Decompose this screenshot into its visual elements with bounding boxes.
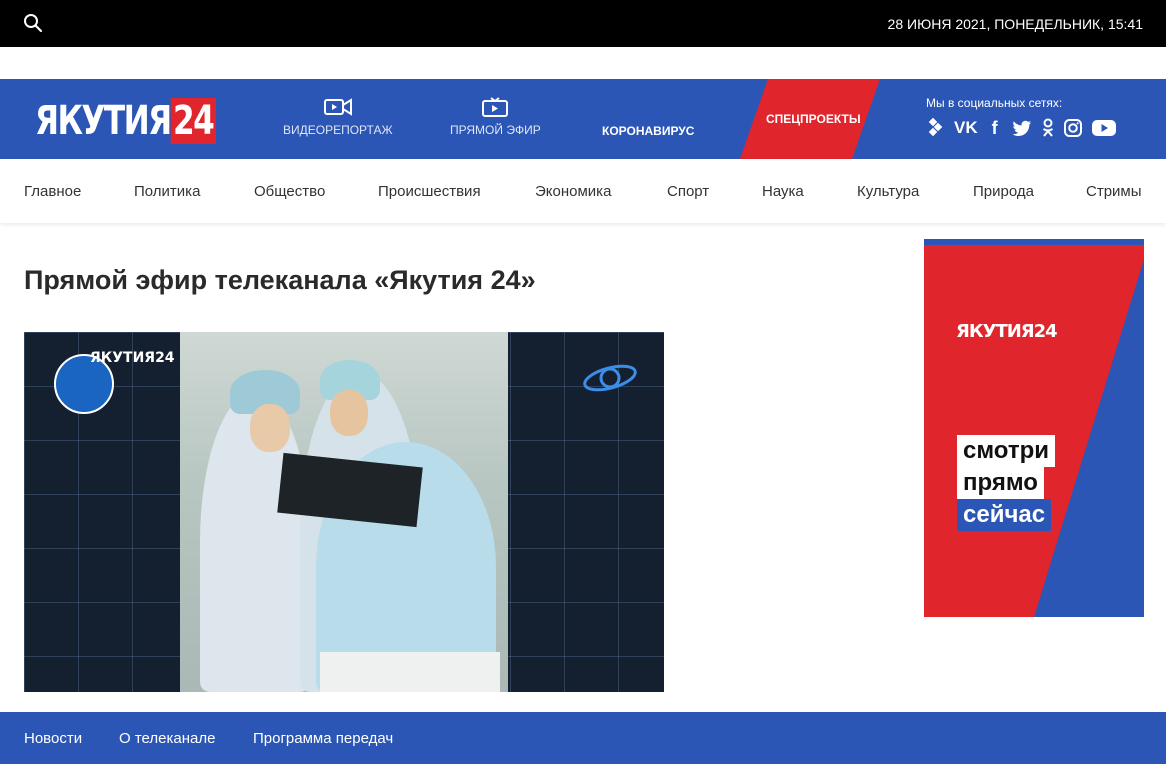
- logo-number: 24: [170, 98, 216, 144]
- menu-item-culture[interactable]: Культура: [857, 183, 919, 200]
- category-menu: Главное Политика Общество Происшествия Э…: [0, 159, 1166, 223]
- current-date: 28 ИЮНЯ 2021, ПОНЕДЕЛЬНИК, 15:41: [887, 16, 1143, 32]
- menu-item-incidents[interactable]: Происшествия: [378, 183, 481, 200]
- footer-link-about[interactable]: О телеканале: [119, 730, 215, 747]
- nav-live[interactable]: ПРЯМОЙ ЭФИР: [450, 97, 541, 137]
- search-icon[interactable]: [23, 13, 43, 33]
- page-title: Прямой эфир телеканала «Якутия 24»: [24, 265, 536, 295]
- menu-item-streams[interactable]: Стримы: [1086, 183, 1142, 200]
- footer-link-news[interactable]: Новости: [24, 730, 82, 747]
- telegram-icon[interactable]: [926, 117, 944, 139]
- logo-text: ЯКУТИЯ: [35, 98, 172, 144]
- video-camera-icon: [323, 98, 352, 116]
- site-header: ЯКУТИЯ24 ВИДЕОРЕПОРТАЖ ПРЯМОЙ ЭФИР КОРОН…: [0, 79, 1166, 159]
- social-links: VK f: [926, 117, 1116, 139]
- banner-brand: ЯКУТИЯ24: [956, 321, 1058, 342]
- nav-video-report-label: ВИДЕОРЕПОРТАЖ: [283, 123, 393, 137]
- vk-icon[interactable]: VK: [954, 117, 978, 139]
- special-projects-button[interactable]: СПЕЦПРОЕКТЫ: [740, 79, 880, 159]
- globe-logo-icon: [583, 364, 637, 392]
- special-projects-label: СПЕЦПРОЕКТЫ: [766, 112, 861, 126]
- footer-bar: Новости О телеканале Программа передач: [0, 712, 1166, 764]
- odnoklassniki-icon[interactable]: [1042, 117, 1054, 139]
- banner-line-1: смотри: [957, 435, 1056, 467]
- nav-coronavirus[interactable]: КОРОНАВИРУС: [602, 124, 694, 138]
- video-frame: [180, 332, 508, 692]
- facebook-icon[interactable]: f: [988, 117, 1002, 139]
- banner-line-2: прямо: [957, 467, 1044, 499]
- menu-item-nature[interactable]: Природа: [973, 183, 1034, 200]
- footer-link-schedule[interactable]: Программа передач: [253, 730, 393, 747]
- menu-item-science[interactable]: Наука: [762, 183, 804, 200]
- live-banner[interactable]: ЯКУТИЯ24 смотри прямо сейчас: [924, 239, 1144, 617]
- nav-video-report[interactable]: ВИДЕОРЕПОРТАЖ: [283, 97, 393, 137]
- menu-item-economy[interactable]: Экономика: [535, 183, 611, 200]
- tv-icon: [482, 97, 509, 117]
- banner-line-3: сейчас: [957, 499, 1052, 531]
- youtube-icon[interactable]: [1091, 117, 1116, 139]
- video-player[interactable]: ЯКУТИЯ24: [24, 332, 664, 692]
- menu-item-politics[interactable]: Политика: [134, 183, 200, 200]
- channel-watermark: ЯКУТИЯ24: [90, 350, 175, 366]
- social-title: Мы в социальных сетях:: [926, 96, 1063, 110]
- twitter-icon[interactable]: [1012, 117, 1032, 139]
- menu-item-sport[interactable]: Спорт: [667, 183, 709, 200]
- nav-live-label: ПРЯМОЙ ЭФИР: [450, 123, 541, 137]
- instagram-icon[interactable]: [1063, 117, 1082, 139]
- top-bar: 28 ИЮНЯ 2021, ПОНЕДЕЛЬНИК, 15:41: [0, 0, 1166, 47]
- menu-item-society[interactable]: Общество: [254, 183, 325, 200]
- menu-item-main[interactable]: Главное: [24, 183, 81, 200]
